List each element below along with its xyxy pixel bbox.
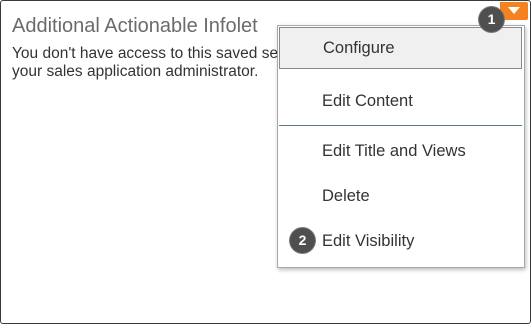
menu-item-delete[interactable]: Delete: [278, 178, 524, 214]
menu-item-configure[interactable]: Configure: [279, 27, 522, 69]
infolet-card: Additional Actionable Infolet You don't …: [0, 0, 531, 324]
menu-item-edit-content[interactable]: Edit Content: [278, 83, 524, 119]
infolet-title: Additional Actionable Infolet: [12, 15, 258, 37]
callout-badge-1: 1: [479, 7, 504, 32]
actions-menu: Configure Edit Content Edit Title and Vi…: [277, 25, 525, 268]
menu-divider: [279, 125, 522, 126]
actions-menu-button[interactable]: [500, 2, 528, 20]
chevron-down-icon: [508, 7, 520, 14]
menu-item-edit-title-and-views[interactable]: Edit Title and Views: [278, 133, 524, 169]
callout-badge-2: 2: [290, 228, 315, 253]
